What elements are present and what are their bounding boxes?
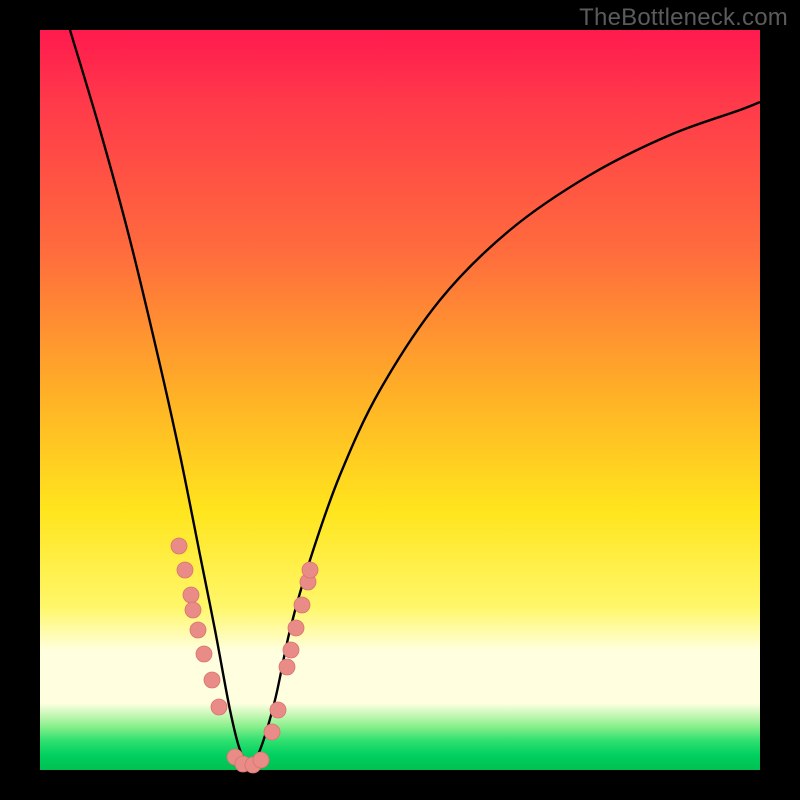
scatter-dot <box>270 702 286 718</box>
scatter-dot <box>183 587 199 603</box>
plot-area <box>40 30 760 770</box>
scatter-dot <box>196 646 212 662</box>
chart-frame: TheBottleneck.com <box>0 0 800 800</box>
watermark-text: TheBottleneck.com <box>579 4 788 32</box>
scatter-dot <box>302 562 318 578</box>
scatter-dot <box>279 659 295 675</box>
scatter-dot <box>288 620 304 636</box>
scatter-dot <box>171 538 187 554</box>
bottleneck-curve <box>70 30 760 765</box>
scatter-dot <box>264 724 280 740</box>
scatter-dot <box>177 562 193 578</box>
scatter-dot <box>204 672 220 688</box>
curve-svg <box>40 30 760 770</box>
scatter-dots <box>171 538 318 773</box>
scatter-dot <box>283 642 299 658</box>
scatter-dot <box>253 752 269 768</box>
scatter-dot <box>190 622 206 638</box>
scatter-dot <box>294 597 310 613</box>
scatter-dot <box>185 602 201 618</box>
scatter-dot <box>211 699 227 715</box>
